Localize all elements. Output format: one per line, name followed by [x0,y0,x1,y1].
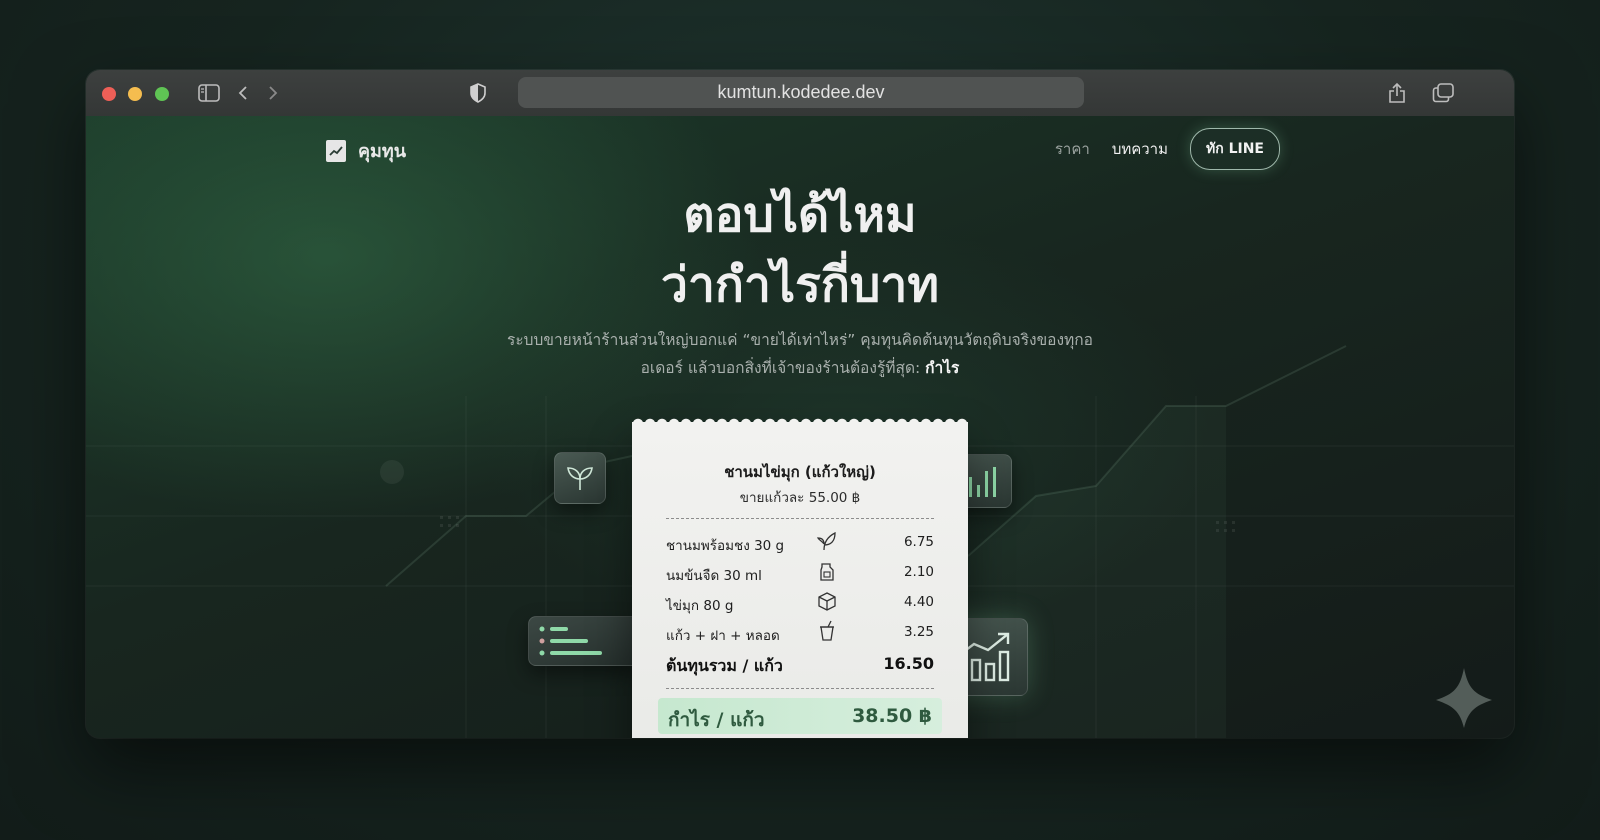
chart-logo-icon [326,139,346,162]
hero-subtitle-text: ระบบขายหน้าร้านส่วนใหญ่บอกแค่ “ขายได้เท่… [507,331,1093,377]
receipt-divider [666,518,934,519]
box-icon [818,592,836,611]
receipt-profit-value: 38.50 ฿ [852,705,932,727]
receipt-item-value: 6.75 [903,534,934,550]
receipt-item-label: นมข้นจืด 30 ml [666,568,762,584]
line-contact-button[interactable]: ทัก LINE [1190,128,1280,170]
sparkle-icon [1436,668,1492,728]
address-bar[interactable]: kumtun.kodedee.dev [518,77,1084,108]
site-brand[interactable]: คุมทุน [326,136,406,165]
site-nav: ราคา บทความ ทัก LINE [1055,128,1280,170]
hero-title-line2: ว่ากำไรกี่บาท [661,257,939,313]
sidebar-icon[interactable] [197,82,221,104]
url-text: kumtun.kodedee.dev [717,82,885,102]
receipt-item: นมข้นจืด 30 ml 2.10 [666,558,934,588]
milk-jug-icon [820,563,834,581]
receipt-profit-row: กำไร / แก้ว 38.50 ฿ [658,698,942,734]
receipt-profit-label: กำไร / แก้ว [668,709,765,731]
hero-subtitle-emphasis: กำไร [925,359,960,377]
receipt-total-label: ต้นทุนรวม / แก้ว [666,656,783,675]
hero-title-line1: ตอบได้ไหม [683,187,917,243]
receipt-total-row: ต้นทุนรวม / แก้ว 16.50 [666,654,934,679]
sprout-icon [567,467,593,490]
receipt-item-label: ชานมพร้อมชง 30 g [666,538,785,554]
web-page: คุมทุน ราคา บทความ ทัก LINE ตอบได้ไหม ว่… [86,116,1514,738]
nav-pricing-link[interactable]: ราคา [1055,137,1090,161]
browser-window: kumtun.kodedee.dev คุมทุน ราคา บทความ ทั… [86,70,1514,738]
hero-subtitle: ระบบขายหน้าร้านส่วนใหญ่บอกแค่ “ขายได้เท่… [506,326,1094,382]
receipt-item-label: แก้ว + ฝา + หลอด [666,628,780,644]
sprout-tile [554,452,606,504]
shield-icon[interactable] [466,82,490,104]
minimize-window-button[interactable] [128,87,142,101]
receipt-item: แก้ว + ฝา + หลอด 3.25 [666,618,934,648]
list-tile [528,616,640,666]
hero-title: ตอบได้ไหม ว่ากำไรกี่บาท [86,180,1514,320]
receipt-divider [666,688,934,689]
share-icon[interactable] [1385,82,1409,104]
back-icon[interactable] [231,82,255,104]
receipt-item-label: ไข่มุก 80 g [666,598,734,614]
cost-receipt: ชานมไข่มุก (แก้วใหญ่) ขายแก้วละ 55.00 ฿ … [632,416,968,738]
tabs-icon[interactable] [1431,82,1455,104]
receipt-title: ชานมไข่มุก (แก้วใหญ่) [724,463,876,481]
receipt-item-value: 2.10 [903,564,934,580]
receipt-item-value: 4.40 [903,594,934,610]
leaf-icon [816,531,836,551]
receipt-item: ชานมพร้อมชง 30 g 6.75 [666,528,934,558]
brand-name: คุมทุน [358,141,407,162]
receipt-price-line: ขายแก้วละ 55.00 ฿ [739,490,861,506]
close-window-button[interactable] [102,87,116,101]
list-icon [539,626,602,656]
receipt-total-value: 16.50 [883,654,934,673]
forward-icon[interactable] [261,82,285,104]
receipt-item: ไข่มุก 80 g 4.40 [666,588,934,618]
nav-articles-link[interactable]: บทความ [1112,137,1168,161]
browser-titlebar: kumtun.kodedee.dev [86,70,1514,117]
cup-icon [820,620,834,641]
zoom-window-button[interactable] [155,87,169,101]
receipt-item-value: 3.25 [903,624,934,640]
